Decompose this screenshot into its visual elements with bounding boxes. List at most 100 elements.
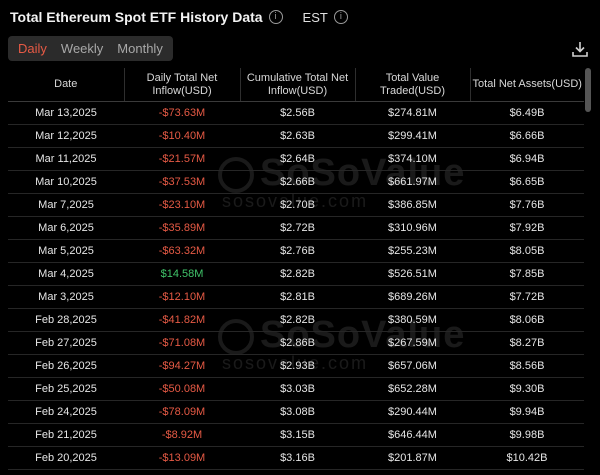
- daily-inflow-cell: -$63.32M: [124, 239, 240, 263]
- date-cell: Mar 10,2025: [8, 170, 124, 194]
- cumulative-inflow-cell: $2.82B: [240, 262, 355, 286]
- table-row: Feb 21,2025 -$8.92M $3.15B $646.44M $9.98B: [8, 423, 584, 447]
- date-cell: Mar 13,2025: [8, 101, 124, 125]
- history-table: Date Daily Total Net Inflow(USD) Cumulat…: [8, 68, 584, 470]
- column-header-net-assets[interactable]: Total Net Assets(USD): [469, 68, 584, 102]
- history-table-container[interactable]: Date Daily Total Net Inflow(USD) Cumulat…: [8, 68, 584, 475]
- net-assets-cell: $9.98B: [470, 423, 584, 447]
- value-traded-cell: $657.06M: [355, 354, 470, 378]
- date-cell: Feb 28,2025: [8, 308, 124, 332]
- net-assets-cell: $9.30B: [470, 377, 584, 401]
- column-header-daily-inflow[interactable]: Daily Total Net Inflow(USD): [123, 68, 240, 102]
- date-cell: Mar 3,2025: [8, 285, 124, 309]
- value-traded-cell: $255.23M: [355, 239, 470, 263]
- net-assets-cell: $7.76B: [470, 193, 584, 217]
- scrollbar[interactable]: [585, 68, 591, 112]
- table-row: Feb 20,2025 -$13.09M $3.16B $201.87M $10.42B: [8, 446, 584, 470]
- column-header-date[interactable]: Date: [8, 68, 124, 102]
- value-traded-cell: $652.28M: [355, 377, 470, 401]
- daily-inflow-cell: -$78.09M: [124, 400, 240, 424]
- net-assets-cell: $6.65B: [470, 170, 584, 194]
- date-cell: Feb 27,2025: [8, 331, 124, 355]
- net-assets-cell: $8.05B: [470, 239, 584, 263]
- date-cell: Feb 20,2025: [8, 446, 124, 470]
- value-traded-cell: $290.44M: [355, 400, 470, 424]
- cumulative-inflow-cell: $2.93B: [240, 354, 355, 378]
- value-traded-cell: $201.87M: [355, 446, 470, 470]
- net-assets-cell: $8.56B: [470, 354, 584, 378]
- table-row: Mar 12,2025 -$10.40M $2.63B $299.41M $6.66B: [8, 124, 584, 148]
- info-icon[interactable]: i: [268, 10, 283, 24]
- daily-inflow-cell: -$37.53M: [124, 170, 240, 194]
- cumulative-inflow-cell: $2.66B: [240, 170, 355, 194]
- daily-inflow-cell: -$13.09M: [124, 446, 240, 470]
- value-traded-cell: $526.51M: [355, 262, 470, 286]
- page-title: Total Ethereum Spot ETF History Data: [10, 9, 263, 25]
- cumulative-inflow-cell: $3.15B: [240, 423, 355, 447]
- table-row: Feb 27,2025 -$71.08M $2.86B $267.59M $8.27B: [8, 331, 584, 355]
- date-cell: Feb 24,2025: [8, 400, 124, 424]
- table-row: Mar 3,2025 -$12.10M $2.81B $689.26M $7.72B: [8, 285, 584, 309]
- daily-inflow-cell: -$23.10M: [124, 193, 240, 217]
- daily-inflow-cell: -$50.08M: [124, 377, 240, 401]
- date-cell: Mar 4,2025: [8, 262, 124, 286]
- cumulative-inflow-cell: $2.64B: [240, 147, 355, 171]
- table-header-row: Date Daily Total Net Inflow(USD) Cumulat…: [8, 68, 584, 102]
- value-traded-cell: $374.10M: [355, 147, 470, 171]
- value-traded-cell: $380.59M: [355, 308, 470, 332]
- cumulative-inflow-cell: $2.70B: [240, 193, 355, 217]
- date-cell: Mar 7,2025: [8, 193, 124, 217]
- timezone-label: EST: [302, 9, 328, 25]
- value-traded-cell: $689.26M: [355, 285, 470, 309]
- column-header-cumulative-inflow[interactable]: Cumulative Total Net Inflow(USD): [239, 68, 355, 102]
- cumulative-inflow-cell: $3.16B: [240, 446, 355, 470]
- timezone-info-icon[interactable]: i: [333, 10, 348, 24]
- table-row: Mar 5,2025 -$63.32M $2.76B $255.23M $8.05B: [8, 239, 584, 263]
- date-cell: Mar 12,2025: [8, 124, 124, 148]
- cumulative-inflow-cell: $3.08B: [240, 400, 355, 424]
- net-assets-cell: $6.49B: [470, 101, 584, 125]
- date-cell: Mar 11,2025: [8, 147, 124, 171]
- table-row: Feb 26,2025 -$94.27M $2.93B $657.06M $8.56B: [8, 354, 584, 378]
- value-traded-cell: $274.81M: [355, 101, 470, 125]
- cumulative-inflow-cell: $2.72B: [240, 216, 355, 240]
- daily-inflow-cell: -$10.40M: [124, 124, 240, 148]
- net-assets-cell: $7.72B: [470, 285, 584, 309]
- daily-inflow-cell: -$21.57M: [124, 147, 240, 171]
- date-cell: Mar 6,2025: [8, 216, 124, 240]
- date-cell: Feb 25,2025: [8, 377, 124, 401]
- daily-inflow-cell: -$35.89M: [124, 216, 240, 240]
- tab-monthly[interactable]: Monthly: [110, 41, 170, 56]
- cumulative-inflow-cell: $3.03B: [240, 377, 355, 401]
- value-traded-cell: $299.41M: [355, 124, 470, 148]
- net-assets-cell: $7.92B: [470, 216, 584, 240]
- net-assets-cell: $10.42B: [470, 446, 584, 470]
- date-cell: Feb 21,2025: [8, 423, 124, 447]
- date-cell: Feb 26,2025: [8, 354, 124, 378]
- table-row: Mar 13,2025 -$73.63M $2.56B $274.81M $6.49B: [8, 101, 584, 125]
- daily-inflow-cell: $14.58M: [124, 262, 240, 286]
- table-row: Mar 7,2025 -$23.10M $2.70B $386.85M $7.76B: [8, 193, 584, 217]
- tab-daily[interactable]: Daily: [11, 41, 54, 56]
- value-traded-cell: $661.97M: [355, 170, 470, 194]
- value-traded-cell: $646.44M: [355, 423, 470, 447]
- value-traded-cell: $310.96M: [355, 216, 470, 240]
- daily-inflow-cell: -$12.10M: [124, 285, 240, 309]
- header: Total Ethereum Spot ETF History Data i E…: [10, 6, 348, 28]
- cumulative-inflow-cell: $2.63B: [240, 124, 355, 148]
- column-header-value-traded[interactable]: Total Value Traded(USD): [354, 68, 470, 102]
- period-tabs: Daily Weekly Monthly: [8, 36, 173, 61]
- table-row: Mar 10,2025 -$37.53M $2.66B $661.97M $6.65B: [8, 170, 584, 194]
- tab-weekly[interactable]: Weekly: [54, 41, 110, 56]
- table-row: Feb 24,2025 -$78.09M $3.08B $290.44M $9.94B: [8, 400, 584, 424]
- net-assets-cell: $9.94B: [470, 400, 584, 424]
- cumulative-inflow-cell: $2.56B: [240, 101, 355, 125]
- net-assets-cell: $6.94B: [470, 147, 584, 171]
- net-assets-cell: $7.85B: [470, 262, 584, 286]
- date-cell: Mar 5,2025: [8, 239, 124, 263]
- table-row: Mar 4,2025 $14.58M $2.82B $526.51M $7.85B: [8, 262, 584, 286]
- table-row: Mar 11,2025 -$21.57M $2.64B $374.10M $6.94B: [8, 147, 584, 171]
- daily-inflow-cell: -$8.92M: [124, 423, 240, 447]
- download-icon[interactable]: [571, 40, 589, 58]
- cumulative-inflow-cell: $2.81B: [240, 285, 355, 309]
